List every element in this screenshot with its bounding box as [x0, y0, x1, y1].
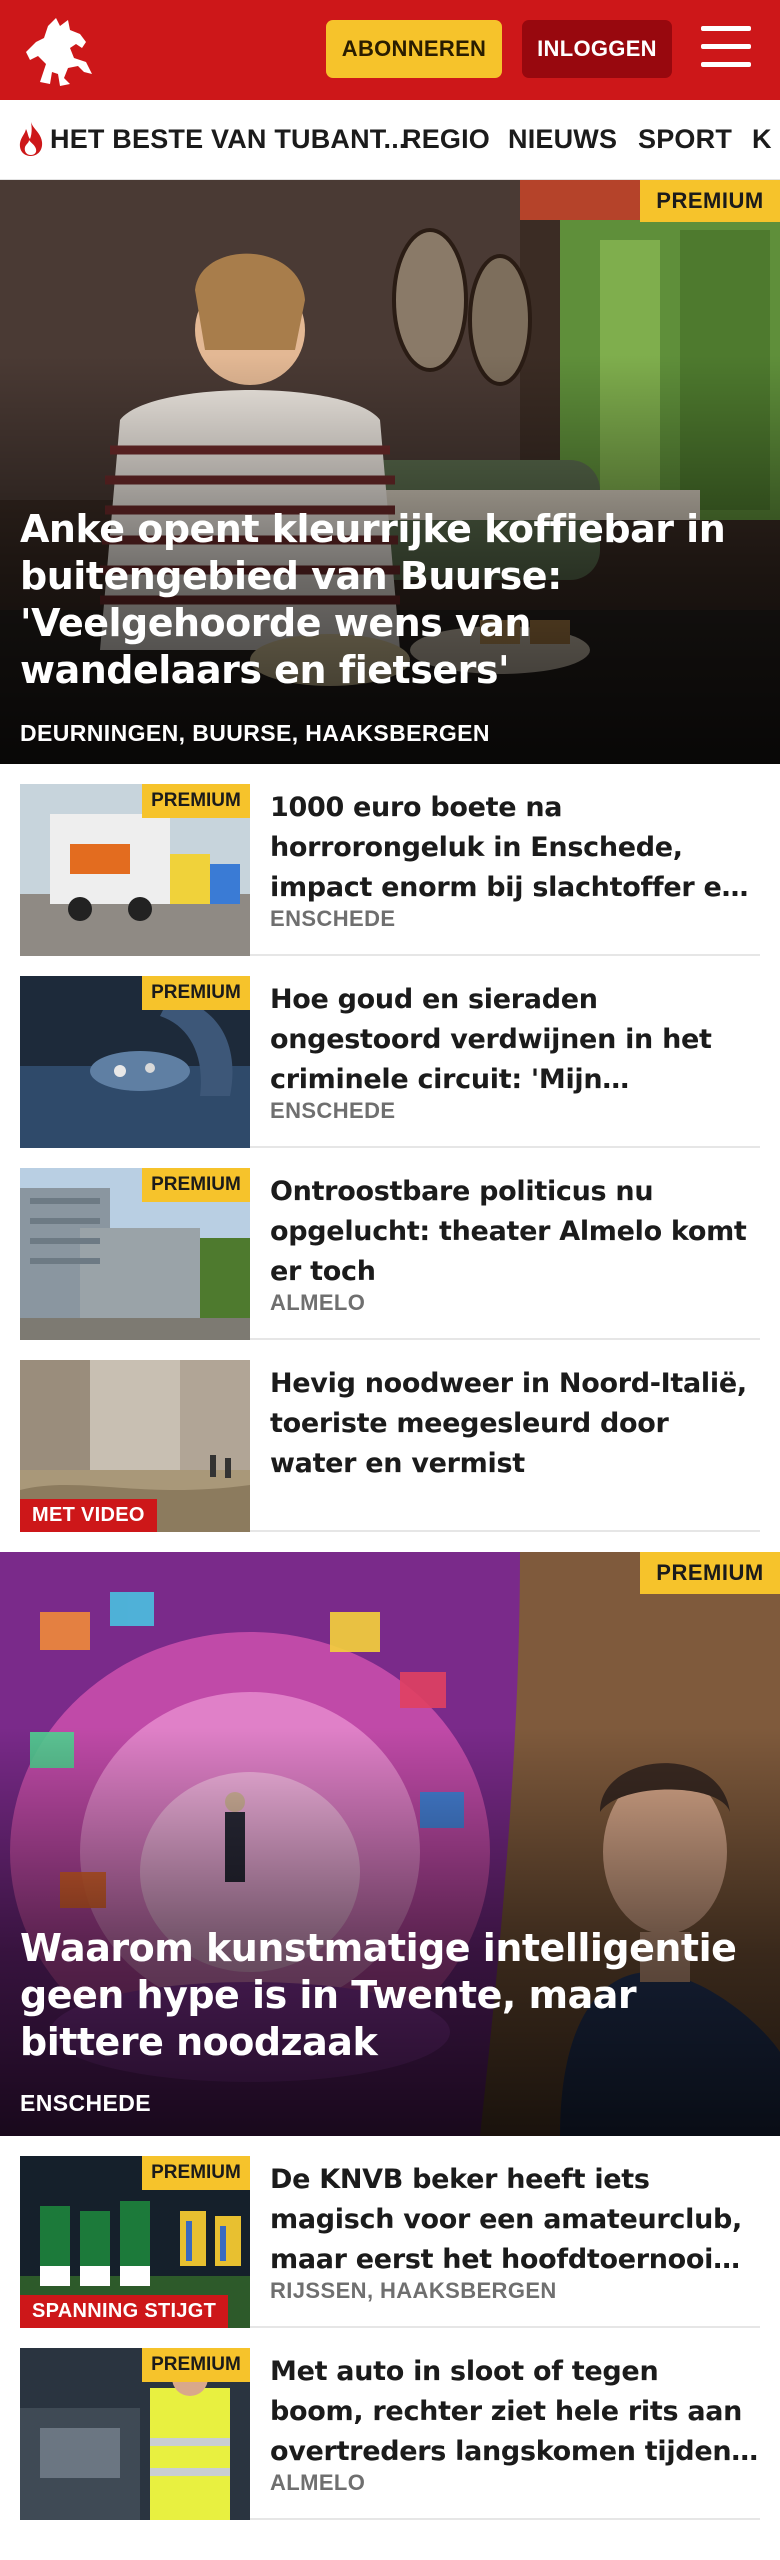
- premium-badge: PREMIUM: [640, 180, 780, 222]
- article-thumbnail: MET VIDEO: [20, 1360, 250, 1532]
- flame-icon: [19, 122, 43, 156]
- article-thumbnail: PREMIUM: [20, 784, 250, 956]
- article-location: ENSCHEDE: [270, 1098, 396, 1123]
- article-location: ALMELO: [270, 1290, 366, 1315]
- section-nav: HET BESTE VAN TUBANT... REGIO NIEUWS SPO…: [0, 100, 780, 180]
- hero-article-koffiebar[interactable]: PREMIUM Anke opent kleurrijke koffiebar …: [0, 180, 780, 764]
- hamburger-menu-icon[interactable]: [701, 26, 751, 68]
- top-header: ABONNEREN INLOGGEN: [0, 0, 780, 100]
- hero-article-ai[interactable]: PREMIUM Waarom kunstmatige intelligentie…: [0, 1552, 780, 2136]
- article-location: ALMELO: [270, 2470, 366, 2495]
- hero-title[interactable]: Anke opent kleurrijke koffiebar in buite…: [20, 506, 740, 694]
- nav-item-sport[interactable]: SPORT: [638, 124, 732, 155]
- premium-badge: PREMIUM: [142, 784, 250, 818]
- nav-item-more[interactable]: K: [752, 124, 772, 155]
- nav-item-best-of[interactable]: HET BESTE VAN TUBANT...: [50, 124, 407, 155]
- premium-badge: PREMIUM: [142, 976, 250, 1010]
- article-thumbnail: PREMIUM: [20, 1168, 250, 1340]
- video-badge: MET VIDEO: [20, 1499, 157, 1532]
- article-thumbnail: PREMIUM: [20, 2348, 250, 2520]
- list-item-noodweer[interactable]: MET VIDEO Hevig noodweer in Noord-Italië…: [20, 1340, 760, 1532]
- list-item-theater[interactable]: PREMIUM Ontroostbare politicus nu opgelu…: [20, 1148, 760, 1340]
- article-thumbnail: PREMIUM SPANNING STIJGT: [20, 2156, 250, 2328]
- article-location: ENSCHEDE: [270, 906, 396, 931]
- horse-logo-icon[interactable]: [20, 12, 104, 90]
- premium-badge: PREMIUM: [142, 1168, 250, 1202]
- hero-title[interactable]: Waarom kunstmatige intelligentie geen hy…: [20, 1925, 740, 2066]
- article-title[interactable]: Hoe goud en sieraden ongestoord verdwijn…: [270, 980, 760, 1100]
- list-item-goud[interactable]: PREMIUM Hoe goud en sieraden ongestoord …: [20, 956, 760, 1148]
- label-badge: SPANNING STIJGT: [20, 2295, 229, 2328]
- premium-badge: PREMIUM: [142, 2156, 250, 2190]
- article-title[interactable]: De KNVB beker heeft iets magisch voor ee…: [270, 2160, 760, 2280]
- subscribe-button[interactable]: ABONNEREN: [326, 20, 502, 78]
- hero-location: ENSCHEDE: [20, 2090, 152, 2116]
- list-item-knvb[interactable]: PREMIUM SPANNING STIJGT De KNVB beker he…: [20, 2136, 760, 2328]
- article-title[interactable]: Hevig noodweer in Noord-Italië, toeriste…: [270, 1364, 760, 1484]
- list-item-sloot[interactable]: PREMIUM Met auto in sloot of tegen boom,…: [20, 2328, 760, 2520]
- premium-badge: PREMIUM: [640, 1552, 780, 1594]
- article-title[interactable]: Ontroostbare politicus nu opgelucht: the…: [270, 1172, 760, 1292]
- nav-item-nieuws[interactable]: NIEUWS: [508, 124, 617, 155]
- article-location: RIJSSEN, HAAKSBERGEN: [270, 2278, 557, 2303]
- list-item-boete[interactable]: PREMIUM 1000 euro boete na horrorongeluk…: [20, 764, 760, 956]
- nav-item-regio[interactable]: REGIO: [402, 124, 490, 155]
- article-title[interactable]: 1000 euro boete na horrorongeluk in Ensc…: [270, 788, 760, 908]
- hero-location: DEURNINGEN, BUURSE, HAAKSBERGEN: [20, 720, 490, 746]
- article-thumbnail: PREMIUM: [20, 976, 250, 1148]
- article-title[interactable]: Met auto in sloot of tegen boom, rechter…: [270, 2352, 760, 2472]
- premium-badge: PREMIUM: [142, 2348, 250, 2382]
- login-button[interactable]: INLOGGEN: [522, 20, 672, 78]
